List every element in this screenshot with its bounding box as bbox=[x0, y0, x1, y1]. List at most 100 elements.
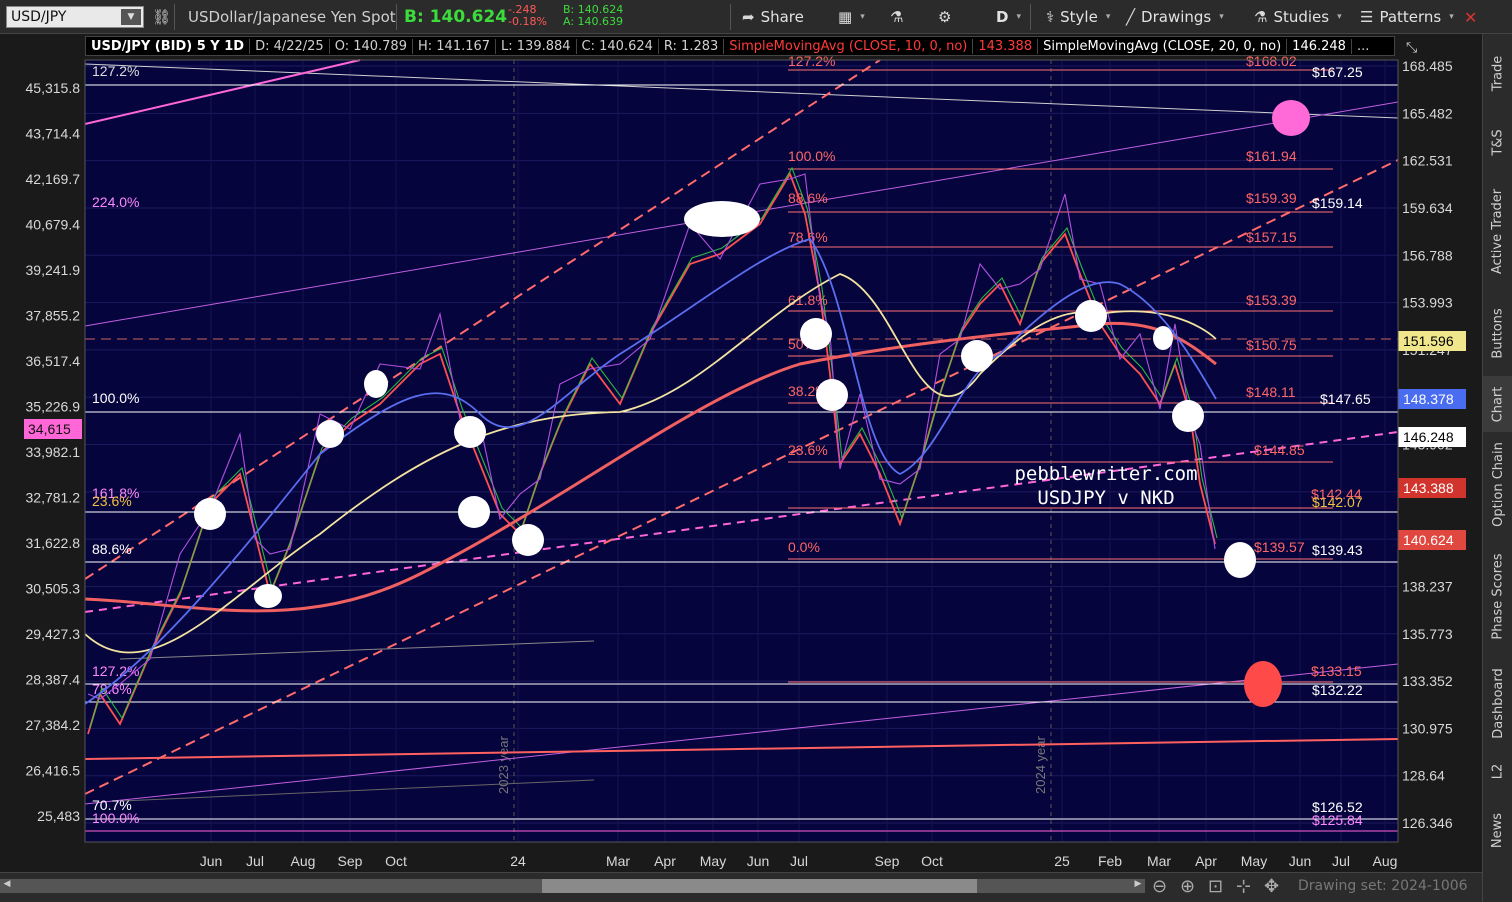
side-tab-dashboard[interactable]: Dashboard bbox=[1483, 658, 1512, 748]
studies-button[interactable]: ⚗ Studies ▾ bbox=[1254, 0, 1342, 34]
price-chart[interactable]: 168.485 165.482 162.531 159.634 156.788 153.9… bbox=[0, 34, 1482, 872]
x-axis-label: Sep bbox=[875, 853, 900, 869]
x-axis-label: Aug bbox=[1373, 853, 1398, 869]
highlight-marker bbox=[1224, 542, 1256, 578]
sma20-label: SimpleMovingAvg (CLOSE, 20, 0, no) bbox=[1038, 38, 1288, 54]
info-date: D: 4/22/25 bbox=[250, 38, 330, 54]
x-axis-label: Mar bbox=[606, 853, 630, 869]
watermark-title: USDJPY v NKD bbox=[1037, 487, 1174, 509]
side-tab-trade[interactable]: Trade bbox=[1483, 34, 1512, 112]
pencil-icon: ╱ bbox=[1126, 8, 1136, 26]
scrollbar-thumb[interactable] bbox=[542, 879, 977, 893]
price-label-white: $159.14 bbox=[1312, 195, 1363, 211]
drawings-button[interactable]: ╱ Drawings ▾ bbox=[1126, 0, 1224, 34]
year-label: 2023 year bbox=[496, 736, 511, 794]
highlight-marker bbox=[1075, 300, 1107, 332]
right-axis-label: 153.993 bbox=[1402, 295, 1453, 311]
side-tab-buttons[interactable]: Buttons bbox=[1483, 292, 1512, 374]
right-axis-label: 138.237 bbox=[1402, 578, 1453, 594]
x-axis-label: Oct bbox=[921, 853, 943, 869]
side-tab-l2[interactable]: L2 bbox=[1483, 750, 1512, 792]
symbol-text: USD/JPY bbox=[11, 9, 67, 25]
axis-settings-icon: ⤡ bbox=[1406, 40, 1417, 56]
x-axis-label: May bbox=[700, 853, 726, 869]
side-tab-chart[interactable]: Chart bbox=[1483, 376, 1512, 432]
pan-icon[interactable]: ✥ bbox=[1264, 876, 1279, 897]
side-tab-option-chain[interactable]: Option Chain bbox=[1483, 434, 1512, 534]
flask-icon: ⚗ bbox=[890, 8, 904, 26]
bid-price: B: 140.624 bbox=[404, 7, 508, 27]
style-icon: ⚕ bbox=[1046, 8, 1055, 26]
price-label-red: $150.75 bbox=[1246, 337, 1297, 353]
left-axis-label: 36,517.4 bbox=[26, 353, 81, 369]
left-axis-label: 37,855.2 bbox=[26, 308, 81, 324]
x-axis-label: Jun bbox=[200, 853, 223, 869]
price-label-red: $161.94 bbox=[1246, 148, 1297, 164]
right-axis-label: 162.531 bbox=[1402, 153, 1453, 169]
time-scrollbar[interactable]: ◀ ▶ bbox=[0, 879, 1145, 893]
symbol-input[interactable]: USD/JPY ▼ bbox=[6, 6, 144, 28]
left-axis-label: 29,427.3 bbox=[26, 626, 81, 642]
highlight-marker bbox=[512, 524, 544, 556]
x-axis-label: Jul bbox=[246, 853, 264, 869]
more-studies: ... bbox=[1356, 38, 1370, 54]
share-button[interactable]: ➦ Share bbox=[742, 0, 804, 34]
x-axis-label: Jul bbox=[1332, 853, 1350, 869]
patterns-button[interactable]: ☰ Patterns ▾ bbox=[1360, 0, 1454, 34]
symbol-dropdown-icon[interactable]: ▼ bbox=[121, 9, 141, 25]
style-button[interactable]: ⚕ Style ▾ bbox=[1046, 0, 1110, 34]
scroll-left-icon[interactable]: ◀ bbox=[0, 879, 14, 893]
highlight-marker bbox=[194, 498, 226, 530]
left-axis-label: 45,315.8 bbox=[26, 80, 81, 96]
left-axis-label: 32,781.2 bbox=[26, 490, 81, 506]
zoom-out-icon[interactable]: ⊖ bbox=[1152, 876, 1167, 897]
patterns-icon: ☰ bbox=[1360, 8, 1374, 26]
x-axis-label: Mar bbox=[1147, 853, 1171, 869]
watermark-site: pebblewriter.com bbox=[1014, 463, 1197, 485]
highlight-marker bbox=[254, 584, 282, 608]
studies-lab-button[interactable]: ⚗ bbox=[890, 0, 903, 34]
chart-area[interactable]: 168.485 165.482 162.531 159.634 156.788 153.9… bbox=[0, 34, 1482, 902]
x-axis-label: Apr bbox=[1195, 853, 1217, 869]
right-axis-label: 128.64 bbox=[1402, 768, 1445, 784]
highlight-marker bbox=[961, 340, 993, 372]
side-tab-active-trader[interactable]: Active Trader bbox=[1483, 172, 1512, 290]
grid-icon: ▦ bbox=[838, 8, 853, 26]
price-tag-label: 143.388 bbox=[1403, 480, 1454, 496]
left-axis-label: 43,714.4 bbox=[26, 126, 81, 142]
price-label-white: $142.07 bbox=[1312, 494, 1363, 510]
price-label-red: $157.15 bbox=[1246, 229, 1297, 245]
x-axis-label: Oct bbox=[385, 853, 407, 869]
price-label-red: $148.11 bbox=[1246, 384, 1296, 400]
side-tab-phase-scores[interactable]: Phase Scores bbox=[1483, 536, 1512, 656]
highlight-marker bbox=[458, 496, 490, 528]
x-axis-label: Sep bbox=[338, 853, 363, 869]
close-icon[interactable]: ✕ bbox=[1464, 0, 1477, 34]
price-label-red: $144.85 bbox=[1254, 442, 1305, 458]
sma10-label: SimpleMovingAvg (CLOSE, 10, 0, no) bbox=[724, 38, 974, 54]
right-axis-label: 159.634 bbox=[1402, 200, 1453, 216]
price-label-white: $125.84 bbox=[1312, 812, 1363, 828]
right-axis-label: 156.788 bbox=[1402, 247, 1453, 263]
zoom-box-icon[interactable]: ⊡ bbox=[1208, 876, 1223, 897]
period-button[interactable]: D ▾ bbox=[996, 0, 1021, 34]
flexible-grid-button[interactable]: ▦ ▾ bbox=[838, 0, 865, 34]
settings-button[interactable]: ⚙ bbox=[938, 0, 951, 34]
gear-icon: ⚙ bbox=[938, 8, 952, 26]
change-percent: -0.18% bbox=[508, 15, 547, 28]
left-axis-label: 30,505.3 bbox=[26, 581, 81, 597]
price-tag-label: 140.624 bbox=[1403, 532, 1454, 548]
link-icon[interactable]: ⛓ bbox=[152, 0, 171, 34]
side-tab-news[interactable]: News bbox=[1483, 794, 1512, 866]
crosshair-icon[interactable]: ⊹ bbox=[1236, 876, 1251, 897]
x-axis-label: Apr bbox=[654, 853, 676, 869]
side-tabs: Trade T&S Active Trader Buttons Chart Option … bbox=[1482, 34, 1512, 902]
target-marker-magenta bbox=[1272, 100, 1310, 136]
info-range: R: 1.283 bbox=[659, 38, 725, 54]
scroll-right-icon[interactable]: ▶ bbox=[1131, 879, 1145, 893]
side-tab-t-s[interactable]: T&S bbox=[1483, 114, 1512, 170]
zoom-in-icon[interactable]: ⊕ bbox=[1180, 876, 1195, 897]
left-axis-label: 33,982.1 bbox=[26, 444, 81, 460]
symbol-description: USDollar/Japanese Yen Spot bbox=[188, 8, 396, 26]
price-label-red: $133.15 bbox=[1311, 663, 1362, 679]
